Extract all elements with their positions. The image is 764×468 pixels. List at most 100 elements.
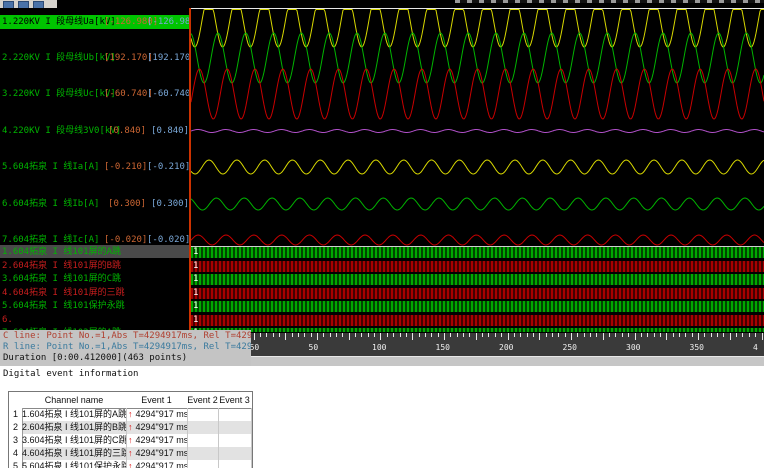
analog-channel-row[interactable]: 5.604拓泉 I 线Ia[A] [-0.210] [-0.210] <box>0 161 189 173</box>
axis-tick <box>406 333 407 337</box>
event-row[interactable]: 5 5.604拓泉 I 线101保护永跳 ↑ 4294"917 ms <box>9 460 252 468</box>
analog-channel-row[interactable]: 4.220KV I 段母线3V0[kV] [0.840] [0.840] <box>0 125 189 137</box>
axis-tick <box>260 333 261 337</box>
axis-tick <box>438 333 439 337</box>
axis-tick <box>527 333 528 337</box>
event-row[interactable]: 4 4.604拓泉 I 线101屏的三跳 ↑ 4294"917 ms <box>9 447 252 460</box>
analog-waveforms-svg <box>191 9 764 246</box>
axis-tick <box>501 333 502 337</box>
digital-event-section: Digital event information Channel name Ev… <box>0 366 764 468</box>
axis-tick <box>495 333 496 337</box>
axis-tick <box>457 333 458 337</box>
digital-state-value: 1 <box>193 274 199 284</box>
digital-channel-label: 2.604拓泉 I 线101屏的B跳 <box>2 260 122 271</box>
col-header: Event 2 <box>187 395 218 405</box>
cursor-value-c: [0.300] <box>108 199 146 209</box>
axis-tick <box>558 333 559 337</box>
cursor-value-c: [192.170] <box>104 53 153 63</box>
digital-channel-row[interactable]: 1.604拓泉 I 线101屏的A跳 <box>0 246 189 258</box>
cursor-value-c: [-0.210] <box>104 162 148 172</box>
axis-tick-label: 200 <box>499 343 514 352</box>
cursor-status-panel: C line: Point No.=1,Abs T=4294917ms, Rel… <box>0 330 251 366</box>
axis-tick <box>673 333 674 337</box>
event-cell <box>187 408 219 421</box>
time-axis-ruler[interactable]: 4294"914294"950 0501001502002503003504 <box>189 333 764 356</box>
axis-tick <box>596 333 597 337</box>
event-cell <box>218 408 252 421</box>
axis-tick-label: 100 <box>372 343 387 352</box>
digital-channel-row[interactable]: 3.604拓泉 I 线101屏的C跳 <box>0 273 189 285</box>
axis-tick <box>254 333 255 340</box>
axis-tick <box>603 333 604 340</box>
digital-state-value: 1 <box>193 260 199 271</box>
digital-channel-row[interactable]: 5.604拓泉 I 线101保护永跳 <box>0 300 189 312</box>
axis-tick <box>571 333 572 340</box>
digital-channel-row[interactable]: 4.604拓泉 I 线101屏的三跳 <box>0 287 189 299</box>
duration-status: Duration [0:00.412000](463 points) <box>3 353 188 363</box>
axis-tick <box>368 333 369 337</box>
digital-channel-label: 4.604拓泉 I 线101屏的三跳 <box>2 287 125 298</box>
c-cursor-line[interactable] <box>189 8 191 333</box>
analog-channel-row[interactable]: 2.220KV I 段母线Ub[kV][192.170][192.170] <box>0 52 189 64</box>
axis-tick <box>273 333 274 337</box>
axis-tick <box>698 333 699 340</box>
r-line-status: R line: Point No.=1,Abs T=4294917ms, Rel… <box>3 342 251 352</box>
rising-edge-arrow-icon: ↑ <box>128 435 133 445</box>
axis-tick <box>361 333 362 337</box>
col-header: Channel name <box>44 395 104 405</box>
channel-name: 5.604拓泉 I 线Ia[A] <box>2 162 100 172</box>
analog-channel-row[interactable]: 1.220KV I 段母线Ua[kV][-126.980][-126.980] <box>0 16 189 28</box>
waveform-trace <box>191 129 764 133</box>
cursor-value-c: [-60.740] <box>104 89 153 99</box>
axis-tick <box>400 333 401 337</box>
axis-tick <box>742 333 743 337</box>
event-cell <box>187 460 219 468</box>
axis-tick <box>450 333 451 337</box>
row-number: 3 <box>9 434 23 447</box>
cursor-value-r: [-0.210] <box>147 162 189 172</box>
digital-state-bar: 1 <box>191 328 764 332</box>
axis-tick <box>419 333 420 337</box>
digital-channel-label: 3.604拓泉 I 线101屏的C跳 <box>2 274 122 284</box>
axis-tick <box>711 333 712 337</box>
event-time: 4294"917 ms <box>135 409 188 419</box>
axis-tick <box>431 333 432 337</box>
event-cell <box>187 447 219 460</box>
axis-tick <box>723 333 724 337</box>
cursor-value-r: [0.300] <box>151 199 189 209</box>
digital-channel-row[interactable]: 6. <box>0 314 189 326</box>
axis-tick <box>546 333 547 337</box>
cursor-value-r: [-126.980] <box>147 17 189 27</box>
axis-tick <box>412 333 413 340</box>
event-row[interactable]: 3 3.604拓泉 I 线101屏的C跳 ↑ 4294"917 ms <box>9 434 252 447</box>
fault-recorder-window: 1.220KV I 段母线Ua[kV][-126.980][-126.980] 2… <box>0 0 764 468</box>
digital-state-bar: 1 <box>191 247 764 258</box>
axis-tick <box>635 333 636 340</box>
digital-channel-row[interactable]: 2.604拓泉 I 线101屏的B跳 <box>0 260 189 272</box>
waveform-chart-area[interactable]: 1 1 1 1 1 1 1 <box>191 8 764 332</box>
event-cell: ↑ 4294"917 ms <box>126 460 188 468</box>
digital-state-value: 1 <box>193 301 199 311</box>
axis-tick <box>330 333 331 337</box>
analog-channel-row[interactable]: 3.220KV I 段母线Uc[kV][-60.740][-60.740] <box>0 88 189 100</box>
axis-tick <box>317 333 318 340</box>
event-time: 4294"917 ms <box>135 422 188 432</box>
channel-name: 6.604拓泉 I 线Ib[A] <box>2 199 100 209</box>
event-row[interactable]: 1 1.604拓泉 I 线101屏的A跳 ↑ 4294"917 ms <box>9 408 252 421</box>
axis-tick <box>692 333 693 337</box>
digital-state-value: 1 <box>193 247 199 257</box>
axis-tick <box>679 333 680 337</box>
analog-channel-row[interactable]: 6.604拓泉 I 线Ib[A] [0.300] [0.300] <box>0 198 189 210</box>
row-number: 4 <box>9 447 23 460</box>
axis-tick <box>749 333 750 337</box>
toolbar-fragment <box>0 0 57 9</box>
axis-tick <box>380 333 381 340</box>
axis-tick <box>444 333 445 340</box>
row-number: 1 <box>9 408 23 421</box>
axis-tick <box>755 333 756 337</box>
event-row[interactable]: 2 2.604拓泉 I 线101屏的B跳 ↑ 4294"917 ms <box>9 421 252 434</box>
event-cell <box>218 421 252 434</box>
rising-edge-arrow-icon: ↑ <box>128 461 133 468</box>
event-table: Channel name Event 1 Event 2 Event 3 1 1.604拓… <box>8 391 253 468</box>
axis-tick <box>565 333 566 337</box>
